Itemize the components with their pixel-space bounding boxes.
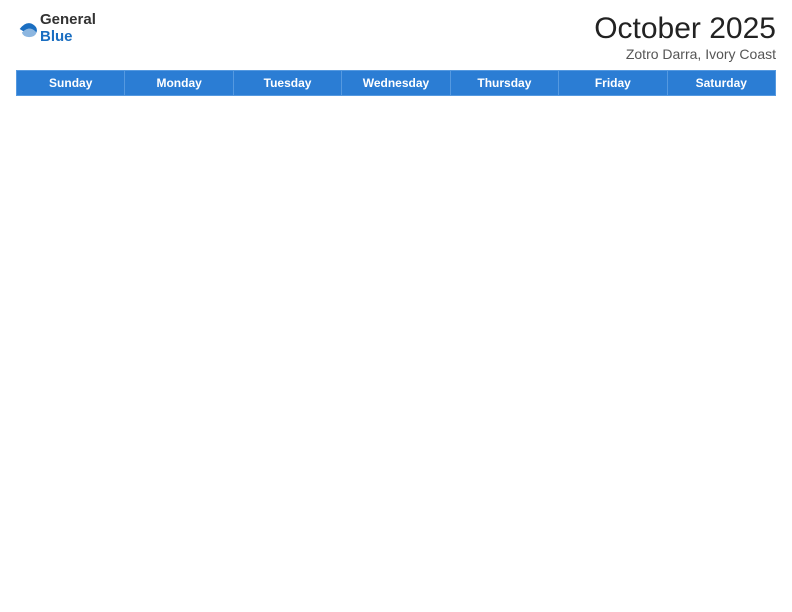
- location: Zotro Darra, Ivory Coast: [594, 46, 776, 62]
- calendar-day-header: Friday: [559, 71, 667, 96]
- calendar-day-header: Sunday: [17, 71, 125, 96]
- calendar-day-header: Wednesday: [342, 71, 450, 96]
- calendar-day-header: Thursday: [450, 71, 558, 96]
- calendar-day-header: Monday: [125, 71, 233, 96]
- logo: General Blue: [16, 12, 96, 45]
- calendar-day-header: Tuesday: [233, 71, 341, 96]
- calendar-day-header: Saturday: [667, 71, 775, 96]
- logo-general: General: [40, 12, 96, 29]
- logo-blue: Blue: [40, 29, 96, 46]
- month-title: October 2025: [594, 12, 776, 46]
